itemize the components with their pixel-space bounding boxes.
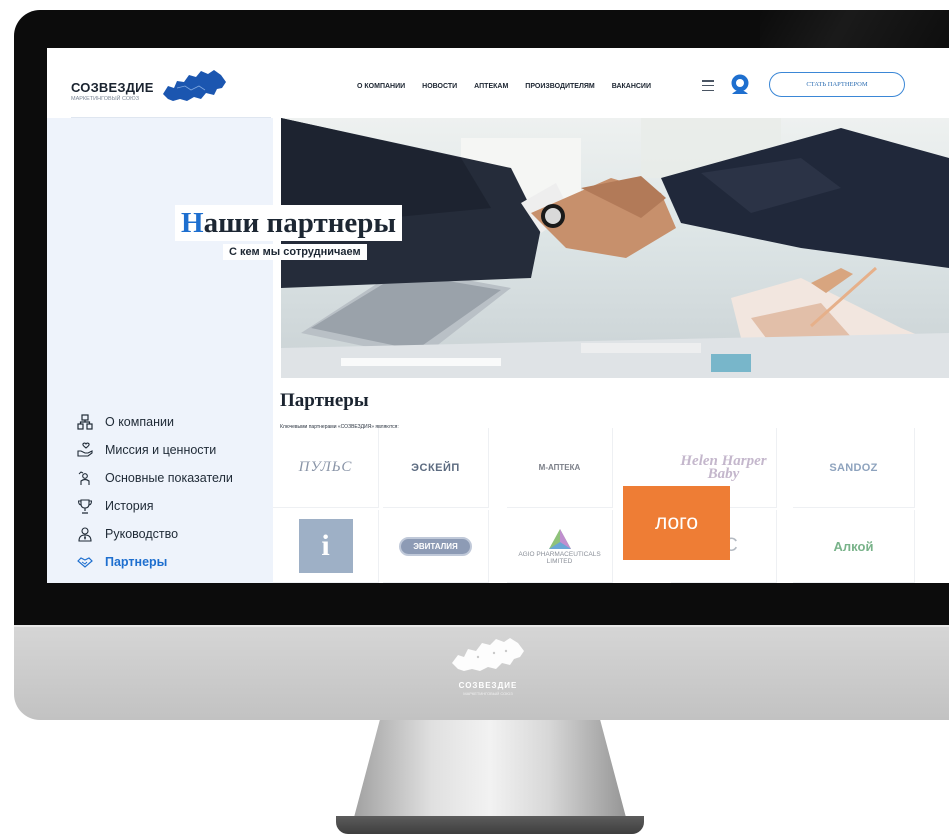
sidebar-item-label: История: [105, 499, 154, 513]
partner-logo-grid: ПУЛЬС ЭСКЕЙП М-АПТЕКА Helen Harper Baby …: [273, 428, 949, 583]
agio-triangle-icon: [548, 529, 571, 549]
brand-tagline: МАРКЕТИНГОВЫЙ СОЮЗ: [71, 96, 140, 102]
hero-title-initial: Н: [181, 207, 204, 239]
partner-logo-text: i: [298, 519, 353, 573]
menu-icon[interactable]: [702, 80, 714, 91]
partner-logo-eskeip[interactable]: ЭСКЕЙП: [383, 428, 489, 508]
main-nav: О КОМПАНИИ НОВОСТИ АПТЕКАМ ПРОИЗВОДИТЕЛЯ…: [357, 83, 668, 90]
partners-title: Партнеры: [280, 390, 369, 411]
russia-map-icon: [163, 70, 226, 101]
trophy-icon: [77, 499, 93, 514]
partner-logo-text: ПУЛЬС: [298, 459, 353, 475]
sidebar-item-label: Миссия и ценности: [105, 443, 217, 457]
partner-logo-text: AGIO PHARMACEUTICALS LIMITED: [518, 551, 601, 565]
nav-item-about[interactable]: О КОМПАНИИ: [357, 83, 405, 90]
partner-logo-text: Helen Harper Baby: [680, 452, 767, 482]
sidebar-item-about[interactable]: О компании: [77, 408, 233, 436]
header-divider: [71, 117, 271, 118]
partner-logo-text: SANDOZ: [829, 461, 878, 474]
become-partner-button[interactable]: СТАТЬ ПАРТНЕРОМ: [769, 72, 905, 97]
sidebar-item-history[interactable]: История: [77, 492, 233, 520]
sidebar-item-label: Основные показатели: [105, 471, 233, 485]
partner-logo-text: Алкой: [833, 538, 874, 554]
sidebar-item-partners[interactable]: Партнеры: [77, 548, 233, 576]
sidebar-item-metrics[interactable]: Основные показатели: [77, 464, 233, 492]
brand-name: СОЗВЕЗДИЕ: [71, 80, 154, 95]
nav-item-pharmacies[interactable]: АПТЕКАМ: [474, 83, 508, 90]
chin-brand-name: СОЗВЕЗДИЕ: [458, 681, 518, 690]
nav-item-manufacturers[interactable]: ПРОИЗВОДИТЕЛЯМ: [525, 83, 594, 90]
hero-title: Наши партнеры: [175, 205, 403, 241]
partner-logo-evitalia[interactable]: ЭВИТАЛИЯ: [383, 510, 489, 583]
sidebar-item-mission[interactable]: Миссия и ценности: [77, 436, 233, 464]
partner-logo-sandoz[interactable]: SANDOZ: [793, 428, 915, 508]
hand-heart-icon: [77, 442, 93, 457]
user-icon[interactable]: [730, 74, 750, 96]
handshake-icon: [77, 557, 93, 568]
chart-person-icon: [78, 471, 90, 485]
org-chart-icon: [77, 414, 93, 430]
partner-logo-text: ЭВИТАЛИЯ: [399, 536, 472, 556]
nav-item-news[interactable]: НОВОСТИ: [422, 83, 457, 90]
russia-map-icon: [452, 638, 524, 671]
chin-logo: СОЗВЕЗДИЕ МАРКЕТИНГОВЫЙ СОЮЗ: [440, 633, 536, 711]
sidebar-item-label: Партнеры: [105, 555, 168, 569]
partner-logo-agio[interactable]: AGIO PHARMACEUTICALS LIMITED: [507, 510, 613, 583]
partner-logo-text: М-АПТЕКА: [538, 463, 581, 472]
partner-logo-m-apteka[interactable]: М-АПТЕКА: [507, 428, 613, 508]
logo-placeholder-badge: лого: [623, 486, 730, 560]
partner-logo-i[interactable]: i: [273, 510, 379, 583]
partner-logo-text: ЭСКЕЙП: [411, 461, 460, 474]
sidebar-item-label: О компании: [105, 415, 174, 429]
sidebar-item-label: Руководство: [105, 527, 179, 541]
hero-title-block: Наши партнеры С кем мы сотрудничаем: [175, 205, 403, 260]
hero-subtitle: С кем мы сотрудничаем: [223, 244, 367, 260]
partner-logo-puls[interactable]: ПУЛЬС: [273, 428, 379, 508]
monitor-stand-base: [336, 816, 644, 834]
leader-icon: [78, 527, 92, 542]
chin-divider: [14, 625, 949, 627]
sidebar-item-leadership[interactable]: Руководство: [77, 520, 233, 548]
sidebar: О компании Миссия и ценности Основные по…: [77, 408, 233, 576]
partner-logo-alkoy[interactable]: Алкой: [793, 510, 915, 583]
nav-item-vacancies[interactable]: ВАКАНСИИ: [612, 83, 651, 90]
screen: СОЗВЕЗДИЕ МАРКЕТИНГОВЫЙ СОЮЗ О КОМПАНИИ …: [47, 48, 949, 583]
chin-brand-sub: МАРКЕТИНГОВЫЙ СОЮЗ: [463, 691, 513, 696]
hero-title-text: аши партнеры: [203, 207, 397, 239]
brand-logo[interactable]: СОЗВЕЗДИЕ МАРКЕТИНГОВЫЙ СОЮЗ: [71, 80, 154, 102]
